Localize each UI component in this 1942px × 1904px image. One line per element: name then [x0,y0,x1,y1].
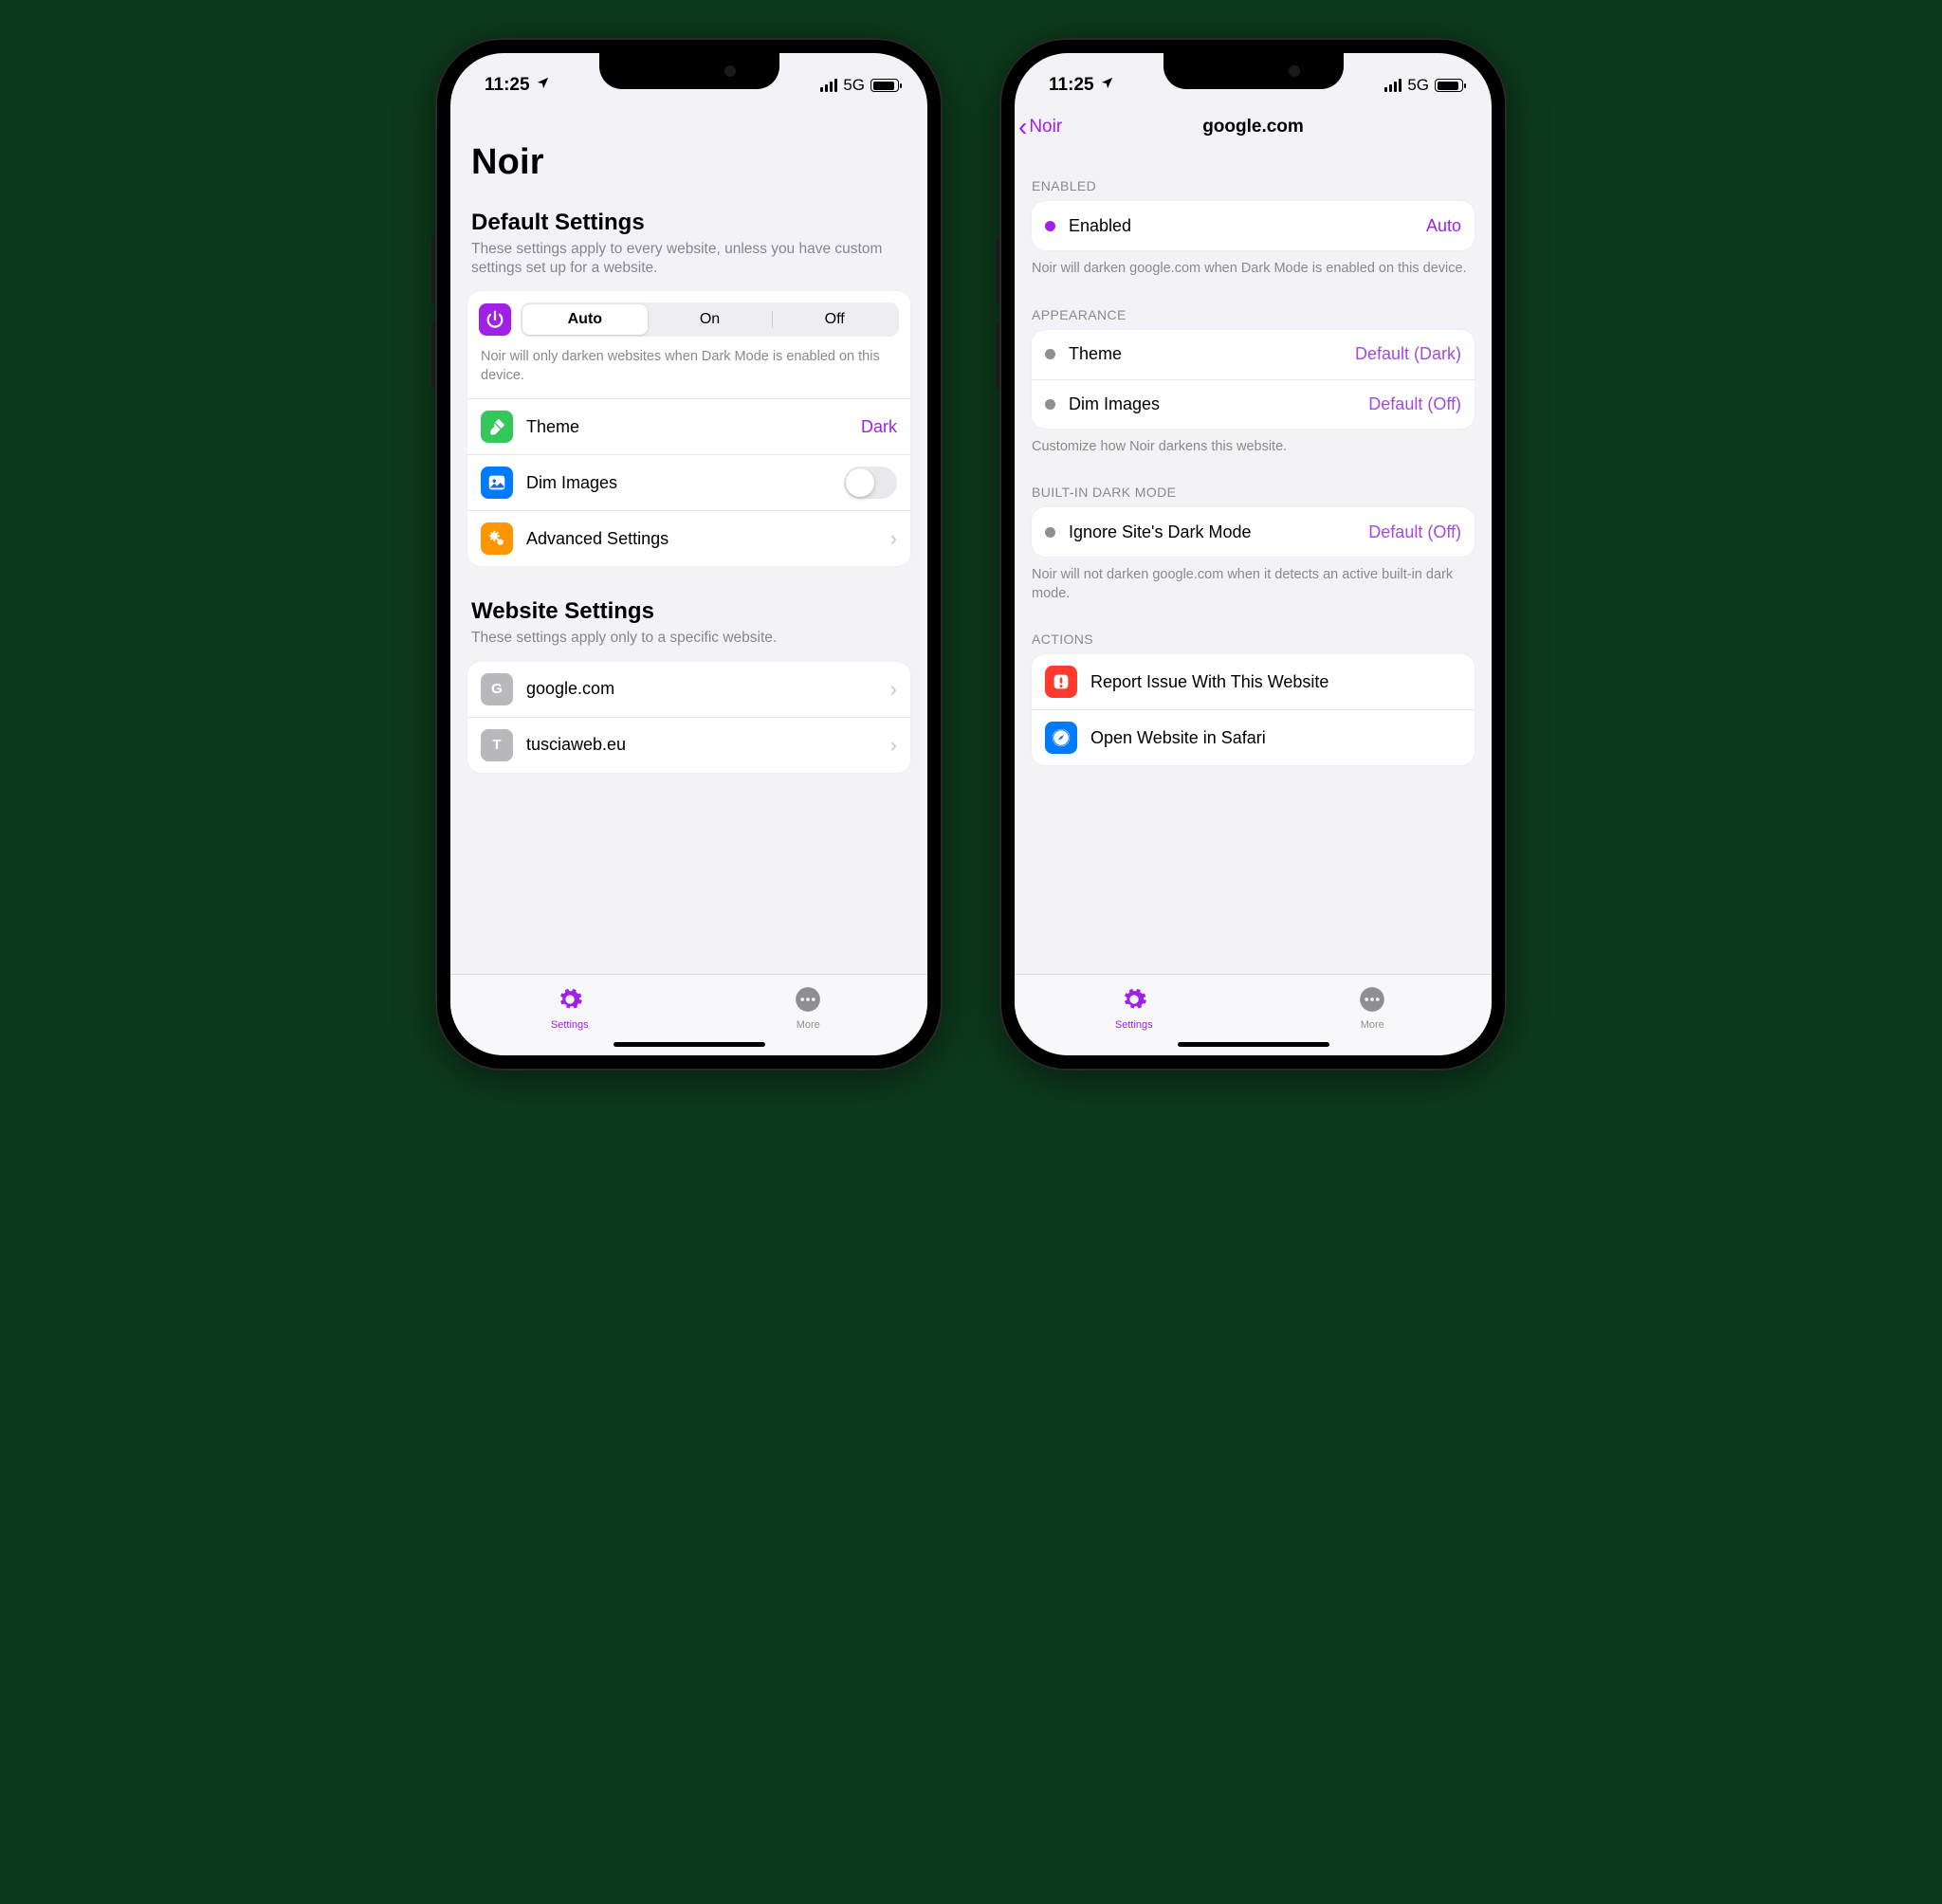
builtin-card: Ignore Site's Dark Mode Default (Off) [1032,507,1475,557]
website-header: Website Settings [471,598,910,625]
group-header-enabled: ENABLED [1015,150,1492,201]
tab-label: Settings [551,1019,589,1031]
chevron-right-icon: › [890,733,897,758]
theme-label: Theme [1069,344,1342,364]
power-icon [479,303,511,336]
ellipsis-icon [795,986,821,1017]
status-dot-icon [1045,349,1055,359]
tab-label: Settings [1115,1019,1153,1031]
notch [599,53,779,89]
tab-settings[interactable]: Settings [450,975,689,1034]
status-dot-icon [1045,399,1055,410]
group-header-actions: ACTIONS [1015,603,1492,654]
defaults-header: Default Settings [471,210,910,236]
dim-images-toggle[interactable] [844,467,897,499]
mode-hint: Noir will only darken websites when Dark… [467,340,910,398]
location-icon [1100,76,1114,94]
ignore-dark-row[interactable]: Ignore Site's Dark Mode Default (Off) [1032,507,1475,557]
dim-row[interactable]: Dim Images Default (Off) [1032,379,1475,429]
dim-value: Default (Off) [1368,394,1461,414]
open-safari-row[interactable]: Open Website in Safari [1032,709,1475,765]
defaults-card: Auto On Off Noir will only darken websit… [467,291,910,566]
chevron-right-icon: › [890,526,897,551]
ignore-value: Default (Off) [1368,522,1461,542]
gear-icon [557,986,583,1017]
site-row-google[interactable]: G google.com › [467,662,910,717]
tab-label: More [797,1019,820,1031]
status-time: 11:25 [1049,75,1094,96]
group-footer-appearance: Customize how Noir darkens this website. [1015,429,1492,457]
phone-left: 11:25 5G Noir Default Settings These set… [435,38,943,1071]
website-subtitle: These settings apply only to a specific … [471,629,907,648]
group-header-builtin: BUILT-IN DARK MODE [1015,456,1492,507]
defaults-subtitle: These settings apply to every website, u… [471,240,907,278]
tab-more[interactable]: More [1254,975,1493,1034]
home-indicator[interactable] [1178,1042,1329,1047]
theme-label: Theme [526,417,848,437]
nav-bar: ‹ Noir google.com [1015,104,1492,150]
tab-label: More [1361,1019,1384,1031]
favicon-google: G [481,673,513,705]
battery-icon [1435,79,1463,92]
tab-settings[interactable]: Settings [1015,975,1254,1034]
dim-images-row[interactable]: Dim Images [467,454,910,510]
dim-label: Dim Images [1069,394,1355,414]
site-label: google.com [526,679,877,699]
signal-bars-icon [1384,79,1402,92]
battery-icon [870,79,899,92]
mode-segmented[interactable]: Auto On Off [521,302,899,337]
page-title: Noir [471,142,910,183]
home-indicator[interactable] [614,1042,765,1047]
dim-label: Dim Images [526,473,831,493]
safari-icon [1045,722,1077,754]
seg-auto[interactable]: Auto [522,304,648,335]
network-label: 5G [843,76,865,95]
group-header-appearance: APPEARANCE [1015,279,1492,330]
open-safari-label: Open Website in Safari [1090,728,1461,748]
report-row[interactable]: Report Issue With This Website [1032,654,1475,709]
signal-bars-icon [820,79,837,92]
theme-row[interactable]: Theme Dark [467,398,910,454]
chevron-left-icon: ‹ [1018,114,1027,140]
paintbrush-icon [481,411,513,443]
alert-icon [1045,666,1077,698]
advanced-label: Advanced Settings [526,529,877,549]
notch [1163,53,1344,89]
enabled-label: Enabled [1069,216,1413,236]
ignore-label: Ignore Site's Dark Mode [1069,522,1355,542]
tab-more[interactable]: More [689,975,928,1034]
seg-off[interactable]: Off [772,304,897,335]
seg-on[interactable]: On [648,304,773,335]
group-footer-enabled: Noir will darken google.com when Dark Mo… [1015,250,1492,279]
enabled-card: Enabled Auto [1032,201,1475,250]
theme-row[interactable]: Theme Default (Dark) [1032,330,1475,379]
status-time: 11:25 [485,75,530,96]
back-label: Noir [1029,117,1062,137]
nav-title: google.com [1202,117,1304,137]
website-card: G google.com › T tusciaweb.eu › [467,662,910,773]
status-dot-icon [1045,221,1055,231]
favicon-tusciaweb: T [481,729,513,761]
theme-value: Dark [861,417,897,437]
photo-icon [481,467,513,499]
chevron-right-icon: › [890,677,897,702]
actions-card: Report Issue With This Website Open Webs… [1032,654,1475,765]
gear-icon [1121,986,1147,1017]
group-footer-builtin: Noir will not darken google.com when it … [1015,557,1492,603]
phone-right: 11:25 5G ‹ Noir google.com ENABLED [999,38,1507,1071]
gears-icon [481,522,513,555]
status-dot-icon [1045,527,1055,538]
site-row-tusciaweb[interactable]: T tusciaweb.eu › [467,717,910,773]
network-label: 5G [1407,76,1429,95]
advanced-row[interactable]: Advanced Settings › [467,510,910,566]
back-button[interactable]: ‹ Noir [1018,114,1062,140]
enabled-value: Auto [1426,216,1461,236]
appearance-card: Theme Default (Dark) Dim Images Default … [1032,330,1475,429]
site-label: tusciaweb.eu [526,735,877,755]
theme-value: Default (Dark) [1355,344,1461,364]
report-label: Report Issue With This Website [1090,672,1461,692]
enabled-row[interactable]: Enabled Auto [1032,201,1475,250]
ellipsis-icon [1359,986,1385,1017]
location-icon [536,76,550,94]
